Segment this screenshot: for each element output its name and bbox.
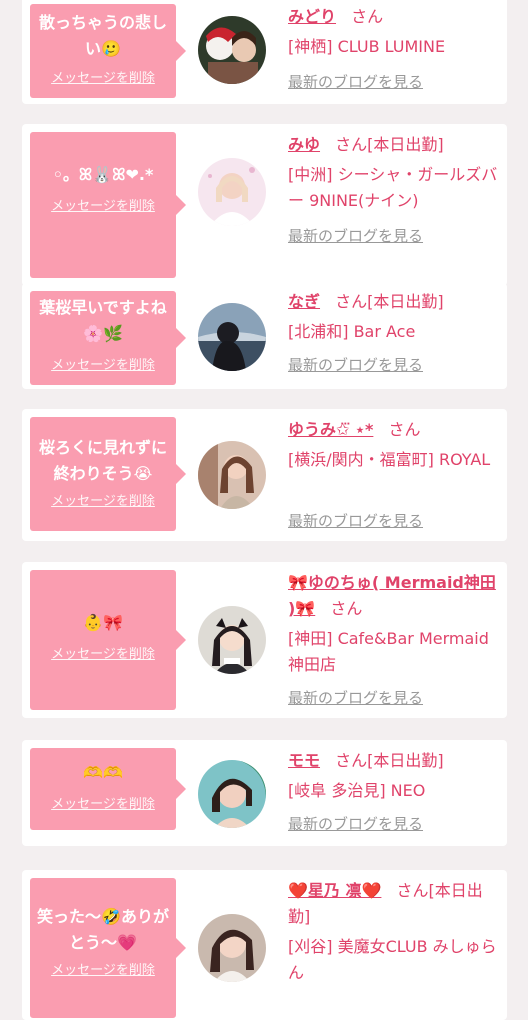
delete-message-link[interactable]: メッセージを削除 [30,962,176,980]
girl-info: みゆ さん[本日出勤] [中洲] シーシャ・ガールズバー 9NINE(ナイン) [288,132,502,214]
honorific: さん [335,135,368,154]
message-text: 🫶🫶 [83,763,123,782]
shop-name: [中洲] シーシャ・ガールズバー 9NINE(ナイン) [288,165,498,210]
avatar[interactable] [198,158,266,226]
latest-blog-link[interactable]: 最新のブログを見る [288,688,423,708]
delete-message-link[interactable]: メッセージを削除 [30,646,176,664]
message-card: ◦。ꕤ🐰ꕤ❤︎.* メッセージを削除 みゆ さん[本日出勤] [中洲] シーシャ… [22,124,507,286]
latest-blog-link[interactable]: 最新のブログを見る [288,72,423,92]
girl-name-link[interactable]: ❤️星乃 凛❤️ [288,881,381,900]
latest-blog-link[interactable]: 最新のブログを見る [288,226,423,246]
girl-info: ❤️星乃 凛❤️ さん[本日出勤] [刈谷] 美魔女CLUB みしゅらん [288,878,502,986]
avatar[interactable] [198,606,266,674]
avatar[interactable] [198,914,266,982]
avatar[interactable] [198,760,266,828]
girl-name-link[interactable]: 🎀ゆのちゅ( Mermaid神田 )🎀 [288,573,496,618]
message-card: 笑った〜🤣ありが とう〜💗 メッセージを削除 ❤️星乃 凛❤️ さん[本日出勤]… [22,870,507,1020]
honorific: さん [388,420,421,439]
girl-name-link[interactable]: なぎ [288,292,320,311]
delete-message-link[interactable]: メッセージを削除 [30,198,176,216]
shop-name: [岐阜 多治見] NEO [288,781,426,800]
message-bubble: 🫶🫶 メッセージを削除 [30,748,186,830]
delete-message-link[interactable]: メッセージを削除 [30,493,176,511]
avatar[interactable] [198,303,266,371]
avatar[interactable] [198,16,266,84]
girl-name-link[interactable]: みどり [288,7,336,26]
message-bubble: 笑った〜🤣ありが とう〜💗 メッセージを削除 [30,878,186,1018]
honorific: さん [396,881,429,900]
shop-name: [神栖] CLUB LUMINE [288,37,446,56]
avatar[interactable] [198,441,266,509]
girl-info: モモ さん[本日出勤] [岐阜 多治見] NEO [288,748,502,804]
honorific: さん [330,599,363,618]
message-bubble: 👶🎀 メッセージを削除 [30,570,186,710]
girl-name-link[interactable]: モモ [288,751,320,770]
message-bubble: 葉桜早いですよね 🌸🌿 メッセージを削除 [30,291,186,385]
message-text: 散っちゃうの悲し い🥲 [38,13,167,58]
latest-blog-link[interactable]: 最新のブログを見る [288,814,423,834]
shop-name: [北浦和] Bar Ace [288,322,416,341]
delete-message-link[interactable]: メッセージを削除 [30,357,176,375]
message-card: 葉桜早いですよね 🌸🌿 メッセージを削除 なぎ さん[本日出勤] [北浦和] B… [22,283,507,389]
message-text: 葉桜早いですよね 🌸🌿 [39,298,167,343]
delete-message-link[interactable]: メッセージを削除 [30,796,176,814]
message-bubble: 桜ろくに見れずに 終わりそう😭 メッセージを削除 [30,417,186,531]
shop-name: [神田] Cafe&Bar Mermaid 神田店 [288,629,489,674]
latest-blog-link[interactable]: 最新のブログを見る [288,355,423,375]
message-bubble: 散っちゃうの悲し い🥲 メッセージを削除 [30,4,186,98]
working-today-badge: [本日出勤] [367,751,444,770]
girl-name-link[interactable]: ゆうみ✩⃛ ⋆* [288,420,373,439]
message-text: ◦。ꕤ🐰ꕤ❤︎.* [52,165,154,184]
message-bubble: ◦。ꕤ🐰ꕤ❤︎.* メッセージを削除 [30,132,186,278]
girl-info: みどり さん [神栖] CLUB LUMINE [288,4,502,60]
girl-name-link[interactable]: みゆ [288,135,320,154]
message-text: 笑った〜🤣ありが とう〜💗 [37,907,169,952]
message-card: 散っちゃうの悲し い🥲 メッセージを削除 みどり さん [神栖] CLUB LU… [22,0,507,104]
honorific: さん [335,751,368,770]
shop-name: [横浜/関内・福富町] ROYAL [288,450,491,469]
girl-info: ゆうみ✩⃛ ⋆* さん [横浜/関内・福富町] ROYAL [288,417,502,473]
working-today-badge: [本日出勤] [367,135,444,154]
message-text: 桜ろくに見れずに 終わりそう😭 [38,438,167,483]
girl-info: 🎀ゆのちゅ( Mermaid神田 )🎀 さん [神田] Cafe&Bar Mer… [288,570,502,678]
girl-info: なぎ さん[本日出勤] [北浦和] Bar Ace [288,289,502,345]
honorific: さん [335,292,368,311]
working-today-badge: [本日出勤] [367,292,444,311]
message-card: 🫶🫶 メッセージを削除 モモ さん[本日出勤] [岐阜 多治見] NEO 最新の… [22,740,507,846]
latest-blog-link[interactable]: 最新のブログを見る [288,511,423,531]
honorific: さん [351,7,384,26]
message-card: 桜ろくに見れずに 終わりそう😭 メッセージを削除 ゆうみ✩⃛ ⋆* さん [横浜… [22,409,507,541]
message-text: 👶🎀 [83,613,123,632]
message-card: 👶🎀 メッセージを削除 🎀ゆのちゅ( Mermaid神田 )🎀 さん [神田] … [22,562,507,718]
delete-message-link[interactable]: メッセージを削除 [30,70,176,88]
shop-name: [刈谷] 美魔女CLUB みしゅらん [288,937,497,982]
